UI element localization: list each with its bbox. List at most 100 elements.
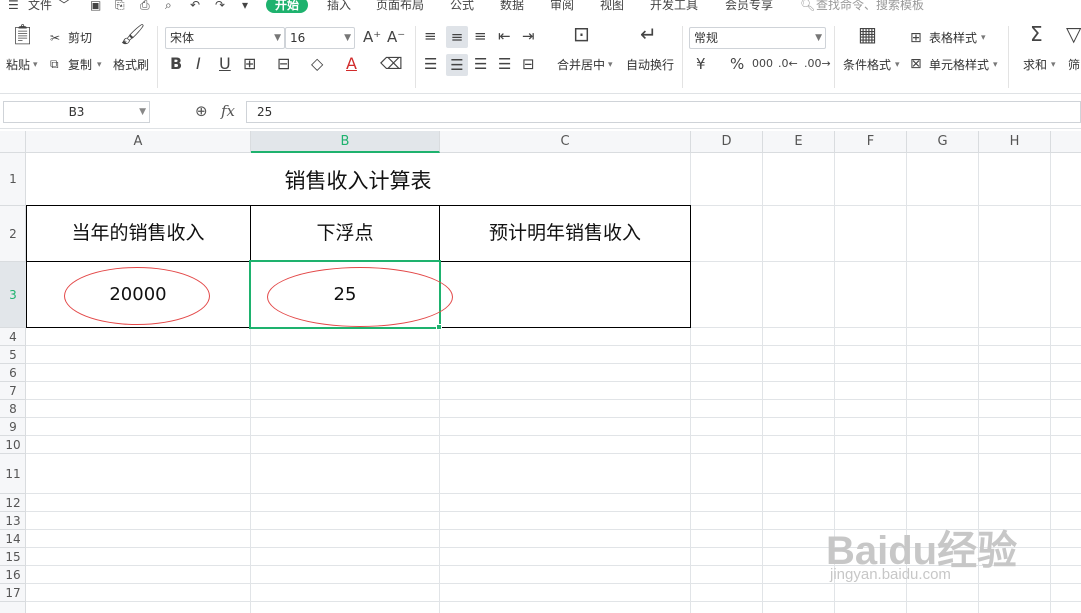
wrap-text-icon[interactable]: ↵: [640, 24, 657, 44]
increase-decimal-icon[interactable]: .0←: [778, 56, 798, 72]
cell-c3-value[interactable]: [440, 262, 690, 327]
increase-indent-icon[interactable]: ⇥: [522, 28, 535, 44]
table-style-icon[interactable]: ⊞: [910, 30, 922, 46]
sum-icon[interactable]: Σ: [1030, 24, 1043, 44]
column-header-partial[interactable]: [1051, 131, 1081, 153]
italic-icon[interactable]: I: [196, 56, 201, 72]
cell-a2-header[interactable]: 当年的销售收入: [26, 206, 250, 261]
command-search-input[interactable]: 查找命令、搜索模板: [816, 0, 924, 13]
cell-b2-header[interactable]: 下浮点: [251, 206, 439, 261]
print-icon[interactable]: ⎙: [140, 0, 150, 13]
copy-button[interactable]: 复制: [68, 57, 92, 73]
decrease-indent-icon[interactable]: ⇤: [498, 28, 511, 44]
redo-icon[interactable]: ↷: [215, 0, 225, 13]
column-header-e[interactable]: E: [763, 131, 835, 153]
align-left-icon[interactable]: ☰: [424, 56, 437, 72]
column-header-c[interactable]: C: [440, 131, 691, 153]
border-icon[interactable]: ⊞: [243, 56, 256, 72]
print-preview-icon[interactable]: ⌕: [165, 0, 172, 13]
row-header[interactable]: 17: [0, 584, 26, 602]
table-style-chevron-icon[interactable]: ▾: [981, 30, 986, 46]
column-header-d[interactable]: D: [691, 131, 763, 153]
tab-review[interactable]: 审阅: [550, 0, 574, 13]
cell-c2-header[interactable]: 预计明年销售收入: [440, 206, 690, 261]
sheet-title[interactable]: 销售收入计算表: [26, 153, 690, 205]
column-header-h[interactable]: H: [979, 131, 1051, 153]
worksheet-grid[interactable]: 销售收入计算表 当年的销售收入 下浮点 预计明年销售收入 20000 25 Ba…: [26, 153, 1081, 613]
font-name-select[interactable]: 宋体 ▼: [165, 27, 285, 49]
fill-handle[interactable]: [436, 324, 442, 330]
sum-button[interactable]: 求和: [1023, 57, 1047, 73]
wrap-text-button[interactable]: 自动换行: [626, 57, 674, 73]
align-right-icon[interactable]: ☰: [474, 56, 487, 72]
row-header[interactable]: 4: [0, 328, 26, 346]
align-bottom-icon[interactable]: ≡: [474, 28, 487, 44]
row-header[interactable]: 14: [0, 530, 26, 548]
sum-dropdown-chevron-icon[interactable]: ▾: [1051, 57, 1056, 73]
justify-icon[interactable]: ☰: [498, 56, 511, 72]
paste-dropdown-chevron-icon[interactable]: ▾: [33, 57, 38, 73]
tab-developer[interactable]: 开发工具: [650, 0, 698, 13]
copy-dropdown-chevron-icon[interactable]: ▾: [97, 57, 102, 73]
currency-icon[interactable]: ¥: [696, 56, 706, 72]
formula-input[interactable]: 25: [246, 101, 1081, 123]
column-header-f[interactable]: F: [835, 131, 907, 153]
column-header-b[interactable]: B: [251, 131, 440, 153]
tab-view[interactable]: 视图: [600, 0, 624, 13]
row-header-selected[interactable]: 3: [0, 262, 26, 328]
row-header[interactable]: 12: [0, 494, 26, 512]
tab-data[interactable]: 数据: [500, 0, 524, 13]
save-icon[interactable]: ▣: [90, 0, 101, 13]
paste-icon[interactable]: 📋︎: [10, 24, 35, 44]
cell-style-chevron-icon[interactable]: ▾: [993, 57, 998, 73]
name-box[interactable]: B3 ▼: [3, 101, 150, 123]
decrease-decimal-icon[interactable]: .00→: [804, 56, 831, 72]
row-header[interactable]: 15: [0, 548, 26, 566]
row-header[interactable]: 11: [0, 454, 26, 494]
filter-icon[interactable]: ▽: [1066, 24, 1081, 44]
row-header[interactable]: 8: [0, 400, 26, 418]
font-color-icon[interactable]: A: [346, 56, 357, 72]
table-style-button[interactable]: 表格样式: [929, 30, 977, 46]
export-icon[interactable]: ⎘: [115, 0, 125, 13]
distributed-align-icon[interactable]: ⊟: [522, 56, 535, 72]
merge-center-button[interactable]: 合并居中: [557, 57, 605, 73]
cell-style-icon[interactable]: ⊠: [910, 56, 922, 72]
row-header[interactable]: 2: [0, 206, 26, 262]
font-size-select[interactable]: 16 ▼: [285, 27, 355, 49]
bold-icon[interactable]: B: [170, 56, 182, 72]
thousands-separator-icon[interactable]: 000: [752, 56, 773, 72]
fx-label[interactable]: fx: [221, 102, 235, 120]
column-header-g[interactable]: G: [907, 131, 979, 153]
row-header[interactable]: 9: [0, 418, 26, 436]
zoom-icon[interactable]: ⊕: [195, 102, 208, 120]
underline-icon[interactable]: U: [219, 56, 231, 72]
hamburger-menu-icon[interactable]: ☰: [8, 0, 19, 13]
paste-button-label[interactable]: 粘贴: [6, 57, 30, 73]
row-header[interactable]: 13: [0, 512, 26, 530]
percent-icon[interactable]: %: [730, 56, 744, 72]
column-header-a[interactable]: A: [26, 131, 251, 153]
tab-formulas[interactable]: 公式: [450, 0, 474, 13]
row-header[interactable]: 6: [0, 364, 26, 382]
decrease-font-size-icon[interactable]: A⁻: [387, 29, 405, 45]
align-middle-icon[interactable]: ≡: [446, 26, 468, 48]
conditional-format-icon[interactable]: ▦: [858, 24, 877, 44]
row-header[interactable]: 16: [0, 566, 26, 584]
tab-start[interactable]: 开始: [266, 0, 309, 13]
conditional-format-button[interactable]: 条件格式: [843, 57, 891, 73]
row-header[interactable]: 5: [0, 346, 26, 364]
row-header[interactable]: 7: [0, 382, 26, 400]
undo-icon[interactable]: ↶: [190, 0, 200, 13]
format-painter-icon[interactable]: 🖌︎: [120, 24, 145, 44]
tab-page-layout[interactable]: 页面布局: [376, 0, 424, 13]
customize-toolbar-icon[interactable]: ▾: [242, 0, 248, 13]
fill-color-icon[interactable]: ◇: [311, 56, 323, 72]
filter-button[interactable]: 筛: [1068, 57, 1080, 73]
tab-member[interactable]: 会员专享: [725, 0, 773, 13]
tab-insert[interactable]: 插入: [327, 0, 351, 13]
align-top-icon[interactable]: ≡: [424, 28, 437, 44]
file-dropdown-chevron-icon[interactable]: ﹀: [58, 0, 70, 13]
merge-center-icon[interactable]: ⊡: [573, 24, 590, 44]
copy-icon[interactable]: ⧉: [50, 56, 59, 72]
